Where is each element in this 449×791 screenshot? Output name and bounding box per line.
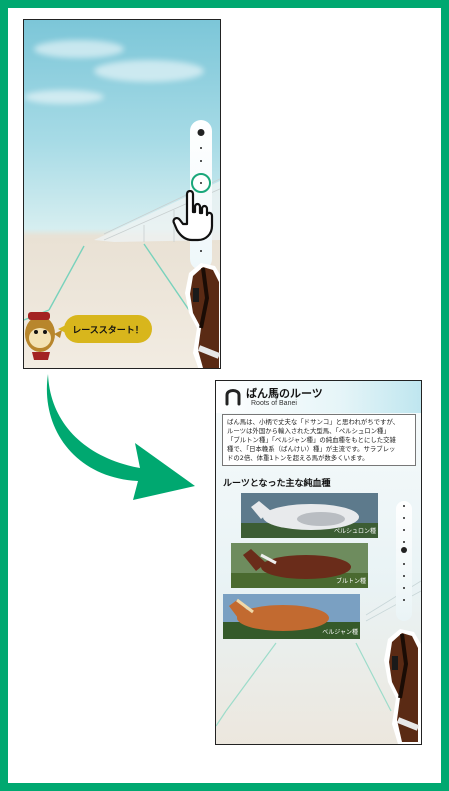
speech-bubble-tail [58, 324, 68, 334]
progress-dot-active [197, 129, 205, 136]
progress-dot [403, 599, 405, 601]
horse-image [384, 629, 421, 744]
progress-dot [200, 147, 202, 149]
progress-dot [403, 529, 405, 531]
horse-label: ブルトン種 [335, 578, 366, 585]
progress-dot [403, 517, 405, 519]
horse-label: ベルジャン種 [322, 629, 358, 636]
horse-card-percheron[interactable]: ペルシュロン種 [241, 493, 378, 538]
progress-dot [403, 505, 405, 507]
screen-race-start: レーススタート！ [23, 19, 221, 369]
screen-roots-of-banei: ばん馬のルーツ Roots of Banei ばん馬は、小柄で丈夫な「ドサンコ」… [215, 380, 422, 745]
progress-dot [403, 563, 405, 565]
progress-dot [403, 575, 405, 577]
transition-arrow-icon [46, 374, 195, 500]
progress-dot [403, 587, 405, 589]
scroll-progress-bar[interactable] [396, 501, 412, 621]
pointing-hand-icon [172, 190, 214, 242]
progress-dot [200, 160, 202, 162]
horse-card-belgian[interactable]: ベルジャン種 [223, 594, 360, 639]
progress-dot [403, 541, 405, 543]
speech-text: レーススタート！ [72, 325, 144, 336]
horse-mascot [25, 312, 62, 360]
progress-dot [200, 250, 202, 252]
progress-dot-active [401, 547, 407, 553]
speech-bubble: レーススタート！ [64, 315, 152, 343]
horse-label: ペルシュロン種 [333, 528, 376, 535]
horse-card-breton[interactable]: ブルトン種 [231, 543, 368, 588]
horse-image [185, 263, 220, 368]
